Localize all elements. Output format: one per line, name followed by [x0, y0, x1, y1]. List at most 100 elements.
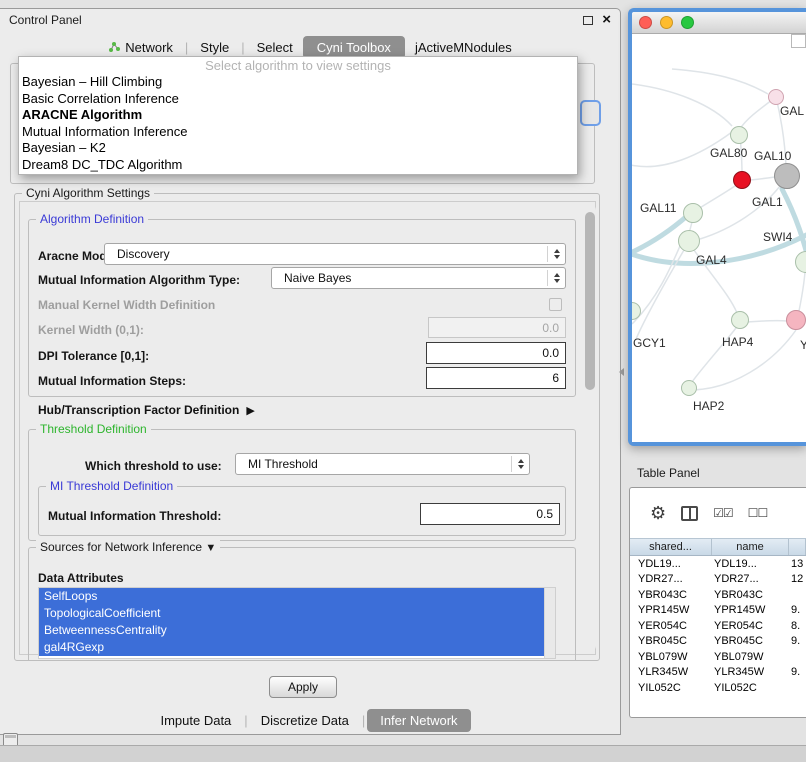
tab-discretize-data[interactable]: Discretize Data	[250, 710, 360, 731]
table-row[interactable]: YBR045C YBR045C 9.	[630, 634, 806, 650]
scrollbar-thumb[interactable]	[585, 212, 595, 390]
algorithm-option-bayesian-k2[interactable]: Bayesian – K2	[19, 140, 577, 157]
network-node-gal4[interactable]	[678, 230, 700, 252]
mi-steps-field[interactable]: 6	[426, 367, 566, 389]
mi-algorithm-type-label: Mutual Information Algorithm Type:	[38, 273, 240, 287]
kernel-width-label: Kernel Width (0,1):	[38, 323, 144, 337]
network-node-gal11[interactable]	[683, 203, 703, 223]
tab-label-cyni-toolbox: Cyni Toolbox	[317, 40, 391, 55]
column-header-shared-name[interactable]: shared...	[630, 539, 712, 555]
network-node-gal1[interactable]	[774, 163, 800, 189]
network-node[interactable]	[786, 310, 806, 330]
network-icon	[108, 41, 120, 53]
control-panel-titlebar: Control Panel ×	[0, 9, 620, 31]
tab-separator: |	[360, 713, 367, 728]
tab-impute-data[interactable]: Impute Data	[149, 710, 242, 731]
table-row[interactable]: YDR27... YDR27... 12	[630, 572, 806, 588]
settings-scrollbar[interactable]	[583, 204, 596, 652]
table-row[interactable]: YIL052C YIL052C	[630, 680, 806, 696]
cell-shared-name: YPR145W	[630, 604, 712, 616]
table-row[interactable]: YBL079W YBL079W	[630, 649, 806, 665]
show-columns-icon[interactable]	[681, 506, 698, 521]
cell-name: YDR27...	[712, 573, 789, 585]
algorithm-option-basic-correlation[interactable]: Basic Correlation Inference	[19, 91, 577, 108]
mi-threshold-value: 0.5	[536, 507, 553, 521]
minimize-traffic-icon[interactable]	[660, 16, 673, 29]
network-node[interactable]	[768, 89, 784, 105]
algorithm-option-aracne[interactable]: ARACNE Algorithm	[19, 107, 577, 124]
clear-selection-icon[interactable]: ☐☐	[748, 506, 768, 520]
data-attributes-list[interactable]: SelfLoops TopologicalCoefficient Between…	[38, 587, 556, 659]
data-attributes-label: Data Attributes	[38, 571, 124, 585]
tab-select[interactable]: Select	[247, 37, 303, 58]
close-traffic-icon[interactable]	[639, 16, 652, 29]
cell-name: YER054C	[712, 620, 789, 632]
attribute-item-selfloops[interactable]: SelfLoops	[39, 588, 544, 605]
kernel-width-field: 0.0	[428, 317, 566, 338]
cyni-bottom-tab-bar: Impute Data | Discretize Data | Infer Ne…	[0, 709, 620, 731]
spinner-arrows-icon	[511, 456, 524, 472]
network-window-titlebar[interactable]	[632, 12, 806, 34]
tab-jactivemnodules[interactable]: jActiveMNodules	[405, 37, 522, 58]
which-threshold-dropdown[interactable]: MI Threshold	[235, 453, 530, 475]
attribute-item-betweennesscentrality[interactable]: BetweennessCentrality	[39, 622, 544, 639]
checked-box-glyph: ☑	[723, 506, 733, 520]
algorithm-dropdown-popup: Select algorithm to view settings Bayesi…	[18, 56, 578, 175]
unchecked-box-glyph: ☐	[757, 506, 767, 520]
table-panel-title: Table Panel	[637, 466, 700, 480]
table-row[interactable]: YBR043C YBR043C	[630, 587, 806, 603]
algorithm-option-mutual-information[interactable]: Mutual Information Inference	[19, 124, 577, 141]
network-node-gal10[interactable]	[733, 171, 751, 189]
column-header-partial[interactable]	[789, 539, 806, 555]
zoom-traffic-icon[interactable]	[681, 16, 694, 29]
network-node[interactable]	[730, 126, 748, 144]
mi-steps-label: Mutual Information Steps:	[38, 374, 186, 388]
cell-value: 9.	[789, 635, 806, 647]
table-row[interactable]: YER054C YER054C 8.	[630, 618, 806, 634]
network-node-hap2[interactable]	[681, 380, 697, 396]
column-header-name[interactable]: name	[712, 539, 789, 555]
cell-shared-name: YLR345W	[630, 666, 712, 678]
tab-style[interactable]: Style	[190, 37, 239, 58]
attribute-item-gal4rgexp[interactable]: gal4RGexp	[39, 639, 544, 656]
mi-algorithm-type-dropdown[interactable]: Naive Bayes	[271, 267, 566, 289]
tab-label-jactivemnodules: jActiveMNodules	[415, 40, 512, 55]
attribute-item-topologicalcoefficient[interactable]: TopologicalCoefficient	[39, 605, 544, 622]
tab-separator: |	[242, 713, 249, 728]
algorithm-definition-title: Algorithm Definition	[36, 212, 148, 226]
network-canvas[interactable]: GAL GAL80 GAL10 GAL11 GAL1 SWI4 GAL4 GCY…	[632, 34, 806, 442]
select-all-icon[interactable]: ☑☑	[713, 506, 733, 520]
cell-shared-name: YBR045C	[630, 635, 712, 647]
node-label-hap4: HAP4	[722, 335, 753, 349]
table-row[interactable]: YLR345W YLR345W 9.	[630, 665, 806, 681]
cell-value: 9.	[789, 666, 806, 678]
node-label-gcy1: GCY1	[633, 336, 666, 350]
aracne-mode-dropdown[interactable]: Discovery	[104, 243, 566, 265]
cell-shared-name: YBL079W	[630, 651, 712, 663]
float-window-icon[interactable]	[583, 16, 593, 25]
dpi-tolerance-field[interactable]: 0.0	[426, 342, 566, 364]
node-label-gal11: GAL11	[640, 201, 676, 215]
which-threshold-value: MI Threshold	[248, 457, 318, 471]
close-window-icon[interactable]: ×	[602, 13, 611, 27]
panel-divider-handle[interactable]	[619, 368, 624, 376]
sources-section-toggle[interactable]: Sources for Network Inference ▼	[36, 540, 220, 554]
attribute-list-scrollbar[interactable]	[544, 588, 555, 658]
table-settings-gear-icon[interactable]: ⚙	[650, 503, 666, 524]
tab-network[interactable]: Network	[98, 37, 183, 58]
algorithm-option-bayesian-hill-climbing[interactable]: Bayesian – Hill Climbing	[19, 74, 577, 91]
node-label: Y	[800, 338, 806, 352]
algorithm-option-dream8[interactable]: Dream8 DC_TDC Algorithm	[19, 157, 577, 174]
node-label-gal4: GAL4	[696, 253, 727, 267]
table-row[interactable]: YDL19... YDL19... 13	[630, 556, 806, 572]
tab-infer-network[interactable]: Infer Network	[367, 709, 470, 732]
refresh-algorithms-button[interactable]	[580, 100, 601, 126]
table-row[interactable]: YPR145W YPR145W 9.	[630, 603, 806, 619]
mi-threshold-field[interactable]: 0.5	[420, 503, 560, 525]
hub-transcription-factor-toggle[interactable]: Hub/Transcription Factor Definition ▶	[38, 403, 255, 417]
apply-button[interactable]: Apply	[269, 676, 337, 698]
table-header-row: shared... name	[630, 538, 806, 556]
cell-name: YDL19...	[712, 558, 789, 570]
kernel-width-value: 0.0	[542, 321, 559, 335]
network-node-hap4[interactable]	[731, 311, 749, 329]
